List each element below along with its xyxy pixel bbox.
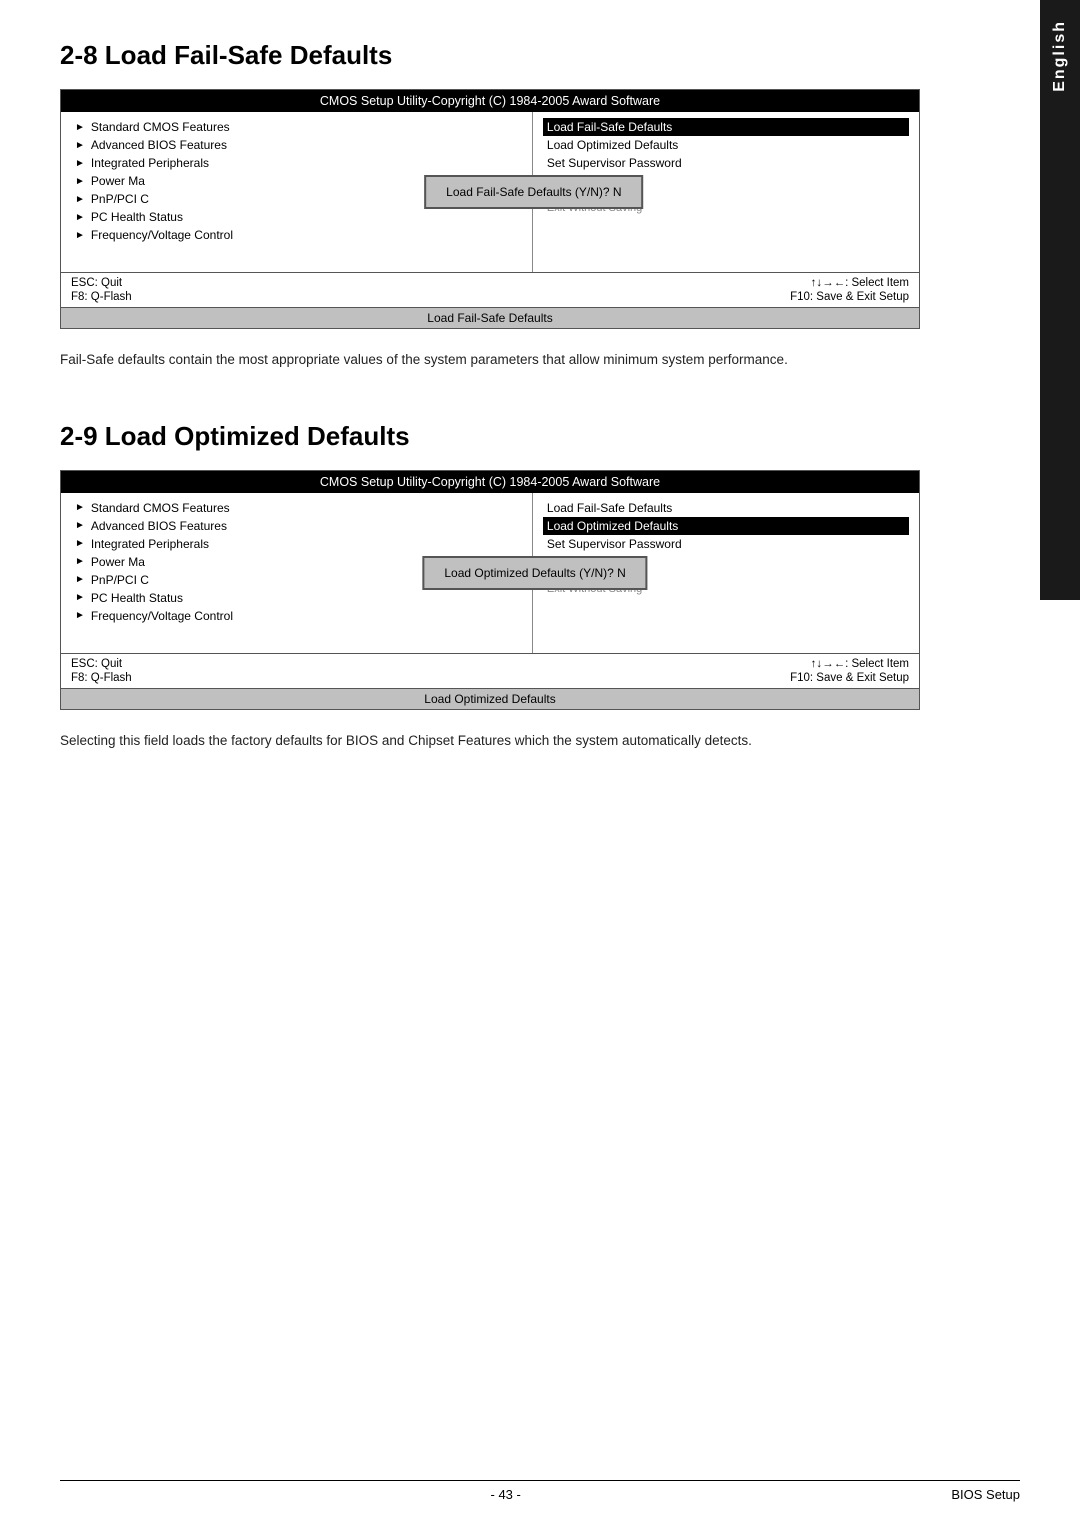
arrow-icon-6: ► [75, 212, 85, 223]
page-container: English 2-8 Load Fail-Safe Defaults CMOS… [0, 0, 1080, 1532]
bios-29-footer-left: ESC: Quit F8: Q-Flash [71, 657, 490, 685]
bios-28-footer-left: ESC: Quit F8: Q-Flash [71, 276, 490, 304]
bios-29-right-item-3: Set Supervisor Password [543, 535, 909, 553]
bios-29-footer-right: ↑↓→←: Select Item F10: Save & Exit Setup [490, 657, 909, 685]
bios-box-29: CMOS Setup Utility-Copyright (C) 1984-20… [60, 470, 920, 710]
bios-28-footer: ESC: Quit F8: Q-Flash ↑↓→←: Select Item … [61, 272, 919, 307]
arrow-icon-5: ► [75, 194, 85, 205]
arrow-icon-29-3: ► [75, 538, 85, 549]
bios-28-footer-f10: F10: Save & Exit Setup [490, 290, 909, 304]
bios-28-menu-item-2: ► Advanced BIOS Features [71, 136, 522, 154]
bios-29-footer-nav: ↑↓→←: Select Item [490, 657, 909, 671]
bios-28-footer-nav: ↑↓→←: Select Item [490, 276, 909, 290]
arrow-icon-2: ► [75, 140, 85, 151]
bios-28-title: CMOS Setup Utility-Copyright (C) 1984-20… [61, 90, 919, 112]
bios-28-menu-item-1: ► Standard CMOS Features [71, 118, 522, 136]
bios-28-menu-item-7: ► Frequency/Voltage Control [71, 226, 522, 244]
bios-28-dialog: Load Fail-Safe Defaults (Y/N)? N [424, 175, 643, 209]
bios-29-menu-item-6: ► PC Health Status [71, 589, 522, 607]
footer-right-label: BIOS Setup [951, 1487, 1020, 1502]
bios-29-menu-item-3: ► Integrated Peripherals [71, 535, 522, 553]
bios-28-footer-esc: ESC: Quit [71, 276, 490, 290]
side-tab: English [1040, 0, 1080, 600]
bios-29-footer-esc: ESC: Quit [71, 657, 490, 671]
arrow-icon-29-4: ► [75, 556, 85, 567]
bios-29-footer-f10: F10: Save & Exit Setup [490, 671, 909, 685]
bios-28-footer-f8: F8: Q-Flash [71, 290, 490, 304]
arrow-icon-29-7: ► [75, 610, 85, 621]
bios-28-right-item-2: Load Optimized Defaults [543, 136, 909, 154]
bios-29-footer: ESC: Quit F8: Q-Flash ↑↓→←: Select Item … [61, 653, 919, 688]
bios-29-menu-item-1: ► Standard CMOS Features [71, 499, 522, 517]
bios-29-bottom-bar: Load Optimized Defaults [61, 688, 919, 709]
section-28: 2-8 Load Fail-Safe Defaults CMOS Setup U… [60, 40, 980, 371]
section-28-description: Fail-Safe defaults contain the most appr… [60, 349, 920, 371]
page-footer: - 43 - BIOS Setup [60, 1480, 1020, 1502]
bios-29-footer-f8: F8: Q-Flash [71, 671, 490, 685]
page-number: - 43 - [491, 1487, 521, 1502]
bios-28-body: ► Standard CMOS Features ► Advanced BIOS… [61, 112, 919, 272]
arrow-icon-1: ► [75, 122, 85, 133]
main-content: 2-8 Load Fail-Safe Defaults CMOS Setup U… [0, 0, 1080, 1532]
arrow-icon-29-1: ► [75, 502, 85, 513]
bios-29-right-item-2: Load Optimized Defaults [543, 517, 909, 535]
arrow-icon-29-5: ► [75, 574, 85, 585]
arrow-icon-4: ► [75, 176, 85, 187]
section-29: 2-9 Load Optimized Defaults CMOS Setup U… [60, 421, 980, 752]
bios-29-title: CMOS Setup Utility-Copyright (C) 1984-20… [61, 471, 919, 493]
section-29-description: Selecting this field loads the factory d… [60, 730, 920, 752]
bios-29-right-item-1: Load Fail-Safe Defaults [543, 499, 909, 517]
bios-28-bottom-bar: Load Fail-Safe Defaults [61, 307, 919, 328]
bios-29-dialog: Load Optimized Defaults (Y/N)? N [422, 556, 647, 590]
bios-box-28: CMOS Setup Utility-Copyright (C) 1984-20… [60, 89, 920, 329]
bios-28-right-item-3: Set Supervisor Password [543, 154, 909, 172]
bios-28-menu-item-3: ► Integrated Peripherals [71, 154, 522, 172]
side-tab-label: English [1051, 20, 1069, 92]
bios-29-menu-item-7: ► Frequency/Voltage Control [71, 607, 522, 625]
bios-28-menu-item-6: ► PC Health Status [71, 208, 522, 226]
section-29-heading: 2-9 Load Optimized Defaults [60, 421, 980, 452]
arrow-icon-3: ► [75, 158, 85, 169]
bios-28-right-item-1: Load Fail-Safe Defaults [543, 118, 909, 136]
bios-28-footer-right: ↑↓→←: Select Item F10: Save & Exit Setup [490, 276, 909, 304]
section-28-heading: 2-8 Load Fail-Safe Defaults [60, 40, 980, 71]
arrow-icon-7: ► [75, 230, 85, 241]
arrow-icon-29-6: ► [75, 592, 85, 603]
bios-29-body: ► Standard CMOS Features ► Advanced BIOS… [61, 493, 919, 653]
arrow-icon-29-2: ► [75, 520, 85, 531]
bios-29-menu-item-2: ► Advanced BIOS Features [71, 517, 522, 535]
